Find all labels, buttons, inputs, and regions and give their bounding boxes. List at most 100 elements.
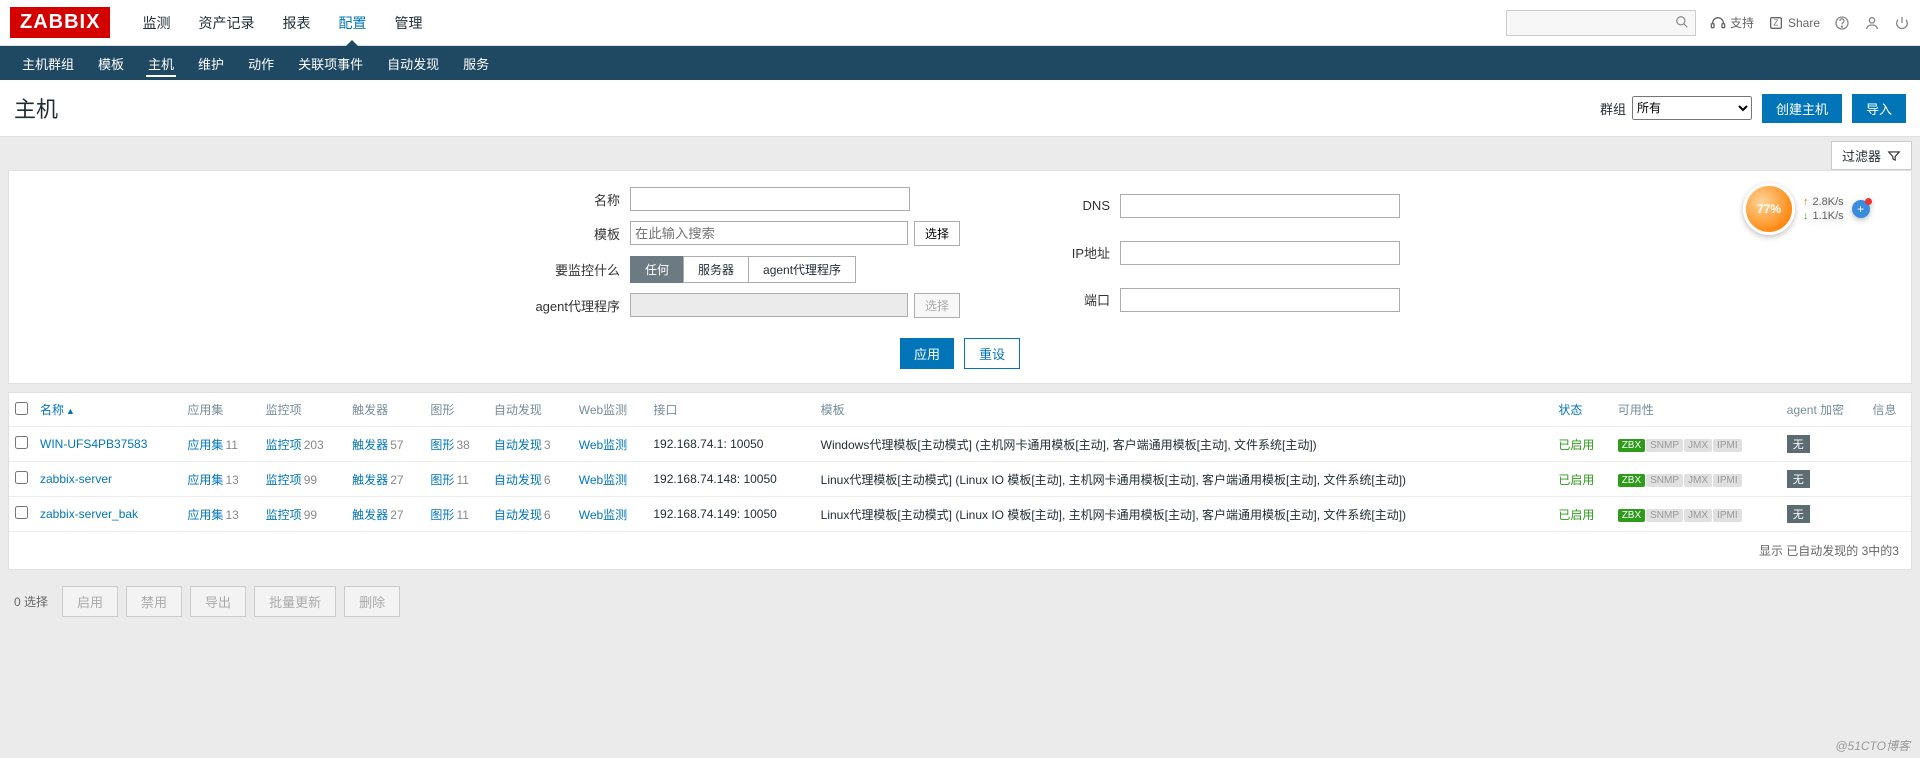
topnav-monitoring[interactable]: 监测 [128,1,184,45]
web-link[interactable]: Web监测 [579,473,627,487]
filter-reset-button[interactable]: 重设 [964,338,1020,369]
top-nav: ZABBIX 监测 资产记录 报表 配置 管理 支持 Z Share [0,0,1920,46]
host-name-link[interactable]: zabbix-server [40,472,112,486]
headset-icon [1710,15,1726,31]
web-link[interactable]: Web监测 [579,438,627,452]
subnav-templates[interactable]: 模板 [86,46,136,81]
filter-name-label: 名称 [520,190,630,209]
subnav-actions[interactable]: 动作 [236,46,286,81]
bulk-delete-button: 删除 [344,586,400,617]
encryption-badge: 无 [1787,470,1810,488]
sub-nav: 主机群组 模板 主机 维护 动作 关联项事件 自动发现 服务 [0,46,1920,80]
filter-name-input[interactable] [630,187,910,211]
svg-text:Z: Z [1774,18,1779,27]
gauge-expand-icon[interactable]: + [1852,200,1870,218]
support-link[interactable]: 支持 [1710,14,1754,31]
discovery-link[interactable]: 自动发现 [494,508,542,522]
availability-cell: ZBXSNMPJMXIPMI [1612,497,1781,532]
graphs-link[interactable]: 图形 [430,438,454,452]
filter-ip-label: IP地址 [1040,243,1120,262]
host-name-link[interactable]: zabbix-server_bak [40,507,138,521]
col-agentenc: agent 加密 [1781,393,1867,427]
iface-cell: 192.168.74.1: 10050 [647,427,814,462]
templates-cell: Windows代理模板[主动模式] (主机网卡通用模板[主动], 客户端通用模板… [815,427,1553,462]
gauge-percent: 77% [1743,183,1795,235]
status-link[interactable]: 已启用 [1558,508,1594,522]
filter-monitored-any[interactable]: 任何 [630,256,684,283]
row-checkbox[interactable] [15,471,28,484]
row-checkbox[interactable] [15,506,28,519]
col-graphs: 图形 [424,393,487,427]
filter-apply-button[interactable]: 应用 [900,338,954,369]
import-button[interactable]: 导入 [1852,94,1906,123]
search-input[interactable] [1506,10,1696,36]
filter-port-input[interactable] [1120,288,1400,312]
subnav-hostgroups[interactable]: 主机群组 [10,46,86,81]
templates-cell: Linux代理模板[主动模式] (Linux IO 模板[主动], 主机网卡通用… [815,462,1553,497]
subnav-discovery[interactable]: 自动发现 [375,46,451,81]
filter-monitored-server[interactable]: 服务器 [683,256,749,283]
items-link[interactable]: 监控项 [266,473,302,487]
encryption-badge: 无 [1787,505,1810,523]
user-link[interactable] [1864,15,1880,31]
filter-toggle[interactable]: 过滤器 [1831,141,1912,170]
subnav-maintenance[interactable]: 维护 [186,46,236,81]
availability-cell: ZBXSNMPJMXIPMI [1612,462,1781,497]
topnav-configuration[interactable]: 配置 [324,1,380,45]
bulk-actions: 0 选择 启用 禁用 导出 批量更新 删除 [0,578,1920,641]
group-select[interactable]: 所有 [1632,96,1752,120]
discovery-link[interactable]: 自动发现 [494,438,542,452]
subnav-services[interactable]: 服务 [451,46,501,81]
web-link[interactable]: Web监测 [579,508,627,522]
subnav-correlation[interactable]: 关联项事件 [286,46,375,81]
topnav-inventory[interactable]: 资产记录 [184,1,268,45]
topnav-administration[interactable]: 管理 [380,1,436,45]
apps-link[interactable]: 应用集 [187,508,223,522]
user-icon [1864,15,1880,31]
graphs-link[interactable]: 图形 [430,508,454,522]
top-menu: 监测 资产记录 报表 配置 管理 [128,1,436,45]
row-checkbox[interactable] [15,436,28,449]
power-icon [1894,15,1910,31]
topnav-reports[interactable]: 报表 [268,1,324,45]
apps-link[interactable]: 应用集 [187,473,223,487]
status-link[interactable]: 已启用 [1558,473,1594,487]
filter-template-label: 模板 [520,224,630,243]
network-gauge-widget[interactable]: 77% 2.8K/s 1.1K/s + [1743,181,1883,237]
filter-ip-input[interactable] [1120,241,1400,265]
discovery-link[interactable]: 自动发现 [494,473,542,487]
host-name-link[interactable]: WIN-UFS4PB37583 [40,437,147,451]
triggers-link[interactable]: 触发器 [352,508,388,522]
share-link[interactable]: Z Share [1768,15,1820,31]
status-link[interactable]: 已启用 [1558,438,1594,452]
bulk-massupdate-button: 批量更新 [254,586,336,617]
help-link[interactable] [1834,15,1850,31]
filter-dns-label: DNS [1040,198,1120,213]
logo[interactable]: ZABBIX [10,7,110,38]
filter-monitored-proxy[interactable]: agent代理程序 [748,256,856,283]
subnav-hosts[interactable]: 主机 [136,46,186,81]
triggers-link[interactable]: 触发器 [352,473,388,487]
help-icon [1834,15,1850,31]
graphs-link[interactable]: 图形 [430,473,454,487]
filter-panel: 名称 模板 选择 要监控什么 任何 服务器 agent代理程序 agent代理程… [8,170,1912,384]
col-avail: 可用性 [1612,393,1781,427]
iface-cell: 192.168.74.148: 10050 [647,462,814,497]
items-link[interactable]: 监控项 [266,508,302,522]
col-web: Web监测 [573,393,648,427]
logout-link[interactable] [1894,15,1910,31]
triggers-link[interactable]: 触发器 [352,438,388,452]
select-all-checkbox[interactable] [15,402,28,415]
filter-icon [1887,149,1901,163]
filter-template-input[interactable] [630,221,908,245]
col-status[interactable]: 状态 [1552,393,1611,427]
top-right: 支持 Z Share [1710,14,1910,31]
filter-dns-input[interactable] [1120,194,1400,218]
items-link[interactable]: 监控项 [266,438,302,452]
create-host-button[interactable]: 创建主机 [1762,94,1842,123]
apps-link[interactable]: 应用集 [187,438,223,452]
col-name[interactable]: 名称▲ [34,393,181,427]
filter-template-select-button[interactable]: 选择 [914,221,960,246]
filter-monitored-label: 要监控什么 [520,260,630,279]
col-triggers: 触发器 [346,393,424,427]
